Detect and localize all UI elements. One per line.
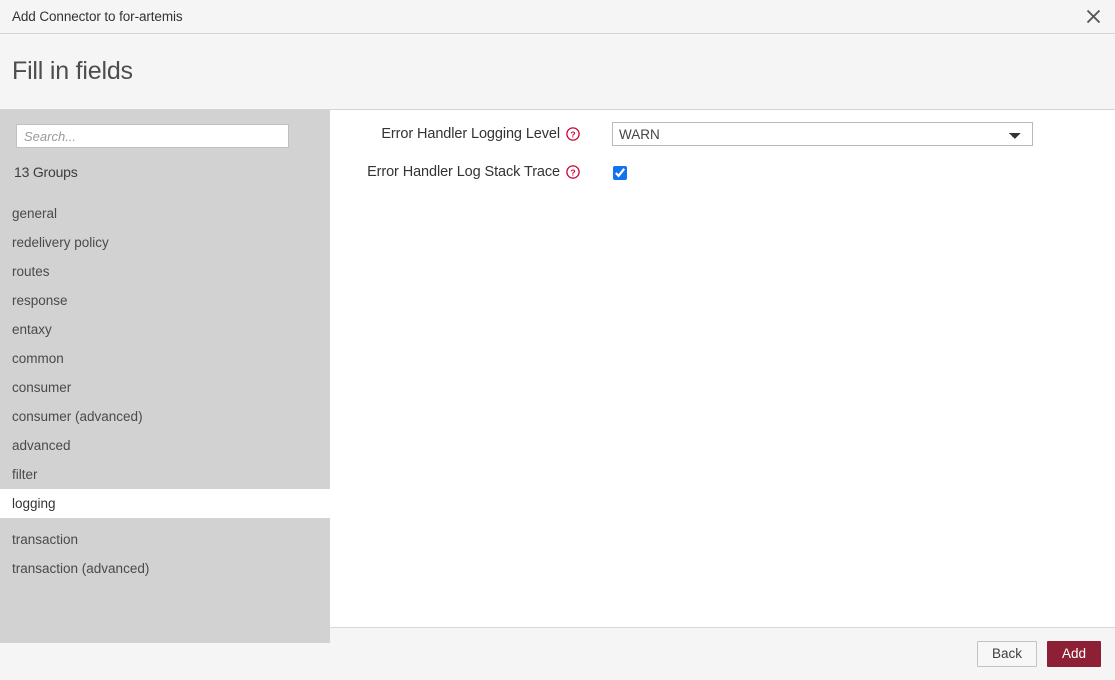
help-circle-icon[interactable]: ? <box>566 165 580 179</box>
dialog-body: 13 Groups general redelivery policy rout… <box>0 110 1115 628</box>
sidebar-item-label: response <box>12 293 68 308</box>
sidebar-item-label: routes <box>12 264 50 279</box>
sidebar-group-list-lower: transaction transaction (advanced) <box>0 518 330 643</box>
sidebar-item-label: filter <box>12 467 38 482</box>
sidebar-item-label: general <box>12 206 57 221</box>
add-button[interactable]: Add <box>1047 641 1101 667</box>
error-handler-log-stack-trace-checkbox[interactable] <box>613 166 627 180</box>
sidebar-item-logging[interactable]: logging <box>0 489 330 518</box>
svg-text:?: ? <box>570 129 575 139</box>
groups-count-label: 13 Groups <box>0 148 330 192</box>
sidebar-item-label: consumer <box>12 380 71 395</box>
sidebar-item-label: consumer (advanced) <box>12 409 143 424</box>
field-control-error-handler-logging-level: WARN <box>580 122 1115 146</box>
sidebar-item-label: advanced <box>12 438 71 453</box>
error-handler-logging-level-select[interactable]: WARN <box>612 122 1033 146</box>
field-row-error-handler-log-stack-trace: Error Handler Log Stack Trace ? <box>330 160 1115 185</box>
sidebar-selected-row: logging <box>0 489 330 518</box>
sidebar-item-response[interactable]: response <box>0 286 330 315</box>
sidebar-item-transaction-advanced[interactable]: transaction (advanced) <box>0 554 330 583</box>
close-icon[interactable] <box>1079 3 1107 31</box>
sidebar-item-consumer[interactable]: consumer <box>0 373 330 402</box>
field-label-error-handler-logging-level: Error Handler Logging Level ? <box>330 122 580 142</box>
dialog-title: Add Connector to for-artemis <box>0 9 183 24</box>
field-control-error-handler-log-stack-trace <box>580 160 1115 185</box>
page-title: Fill in fields <box>0 57 133 86</box>
sidebar-item-label: transaction (advanced) <box>12 561 149 576</box>
sidebar-item-transaction[interactable]: transaction <box>0 525 330 554</box>
sidebar-item-common[interactable]: common <box>0 344 330 373</box>
search-input[interactable] <box>16 124 289 148</box>
close-icon-glyph <box>1086 9 1101 24</box>
help-circle-icon[interactable]: ? <box>566 127 580 141</box>
help-circle-icon-glyph: ? <box>566 165 580 179</box>
sidebar-item-filter[interactable]: filter <box>0 460 330 489</box>
field-row-error-handler-logging-level: Error Handler Logging Level ? WARN <box>330 122 1115 146</box>
sidebar-item-advanced[interactable]: advanced <box>0 431 330 460</box>
field-label-error-handler-log-stack-trace: Error Handler Log Stack Trace ? <box>330 160 580 180</box>
sidebar-group-list-upper: general redelivery policy routes respons… <box>0 192 330 489</box>
field-label-text: Error Handler Logging Level <box>381 126 560 142</box>
dialog-titlebar: Add Connector to for-artemis <box>0 0 1115 34</box>
sidebar-item-label: logging <box>12 496 56 511</box>
sidebar-item-general[interactable]: general <box>0 199 330 228</box>
sidebar-item-label: entaxy <box>12 322 52 337</box>
sidebar-item-consumer-advanced[interactable]: consumer (advanced) <box>0 402 330 431</box>
sidebar-item-routes[interactable]: routes <box>0 257 330 286</box>
fields-form: Error Handler Logging Level ? WARN <box>330 110 1115 627</box>
dialog-heading-bar: Fill in fields <box>0 34 1115 110</box>
help-circle-icon-glyph: ? <box>566 127 580 141</box>
svg-text:?: ? <box>570 167 575 177</box>
sidebar-item-label: common <box>12 351 64 366</box>
back-button[interactable]: Back <box>977 641 1037 667</box>
sidebar-item-label: transaction <box>12 532 78 547</box>
sidebar-item-redelivery-policy[interactable]: redelivery policy <box>0 228 330 257</box>
sidebar-item-label: redelivery policy <box>12 235 109 250</box>
sidebar-item-entaxy[interactable]: entaxy <box>0 315 330 344</box>
field-label-text: Error Handler Log Stack Trace <box>367 164 560 180</box>
sidebar-header: 13 Groups <box>0 110 330 192</box>
groups-sidebar: 13 Groups general redelivery policy rout… <box>0 110 330 627</box>
search-wrap <box>0 124 330 148</box>
add-connector-dialog: Add Connector to for-artemis Fill in fie… <box>0 0 1115 680</box>
